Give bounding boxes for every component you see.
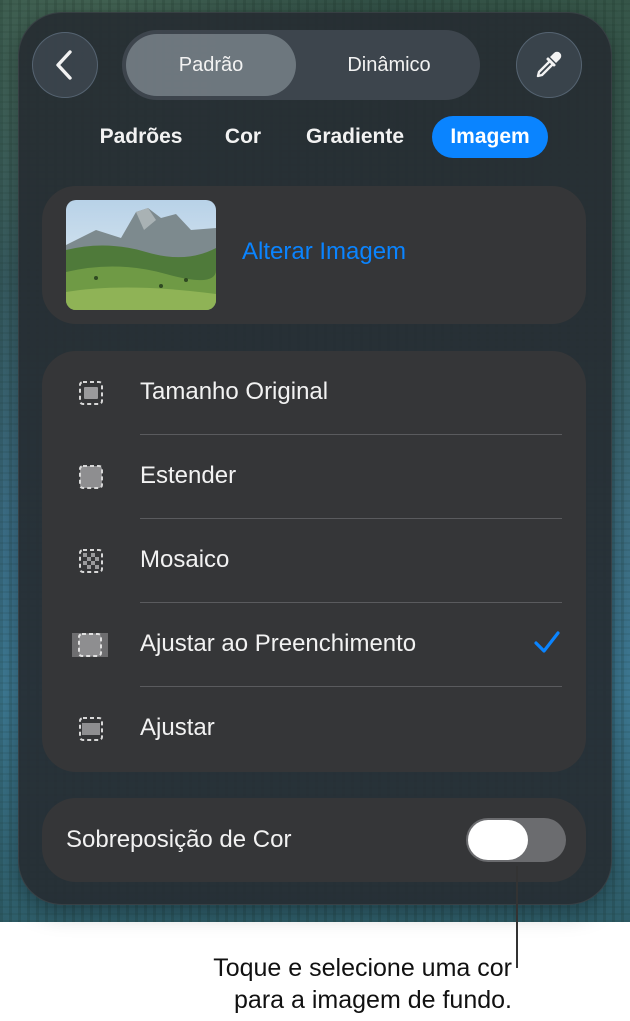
option-original-size[interactable]: Tamanho Original bbox=[42, 351, 586, 435]
tab-label: Imagem bbox=[450, 125, 530, 148]
callout-line-2: para a imagem de fundo. bbox=[234, 986, 512, 1014]
segment-dinamico[interactable]: Dinâmico bbox=[304, 34, 474, 96]
checkmark-icon bbox=[534, 631, 560, 653]
color-overlay-toggle[interactable] bbox=[466, 818, 566, 862]
option-label: Tamanho Original bbox=[140, 378, 329, 405]
option-tile[interactable]: Mosaico bbox=[42, 519, 586, 603]
callout-line bbox=[516, 866, 518, 968]
tab-padroes[interactable]: Padrões bbox=[84, 116, 198, 158]
chevron-left-icon bbox=[56, 50, 72, 80]
option-label: Mosaico bbox=[140, 546, 230, 573]
tab-cor[interactable]: Cor bbox=[214, 116, 272, 158]
color-overlay-row: Sobreposição de Cor bbox=[42, 798, 586, 882]
tab-gradiente[interactable]: Gradiente bbox=[292, 116, 418, 158]
option-stretch[interactable]: Estender bbox=[42, 435, 586, 519]
original-size-icon bbox=[79, 381, 103, 405]
fill-type-tabs: Padrões Cor Gradiente Imagem bbox=[0, 116, 630, 158]
image-thumbnail[interactable] bbox=[66, 200, 216, 310]
style-segmented-control: Padrão Dinâmico bbox=[122, 30, 480, 100]
tab-label: Padrões bbox=[99, 125, 183, 148]
option-label: Ajustar bbox=[140, 714, 215, 741]
option-scale-to-fit[interactable]: Ajustar bbox=[42, 687, 586, 771]
segment-padrao[interactable]: Padrão bbox=[126, 34, 296, 96]
change-image-button[interactable]: Alterar Imagem bbox=[242, 238, 406, 266]
image-card: Alterar Imagem bbox=[42, 186, 586, 324]
option-label: Estender bbox=[140, 462, 237, 489]
color-overlay-label: Sobreposição de Cor bbox=[66, 826, 292, 853]
segment-label: Dinâmico bbox=[347, 53, 431, 76]
callout-text: Toque e selecione uma cor para a imagem … bbox=[120, 952, 512, 1016]
scale-to-fill-icon bbox=[72, 633, 108, 657]
segment-label: Padrão bbox=[178, 53, 244, 76]
tab-label: Cor bbox=[224, 125, 262, 148]
option-scale-to-fill[interactable]: Ajustar ao Preenchimento bbox=[42, 603, 586, 687]
eyedropper-icon bbox=[536, 51, 562, 78]
mountain-landscape-image bbox=[66, 200, 216, 310]
scale-to-fit-icon bbox=[79, 717, 103, 741]
stretch-icon bbox=[79, 465, 103, 489]
callout-line-1: Toque e selecione uma cor bbox=[213, 954, 512, 982]
toggle-knob bbox=[468, 820, 528, 860]
tab-label: Gradiente bbox=[305, 125, 405, 148]
eyedropper-button[interactable] bbox=[516, 32, 582, 98]
back-button[interactable] bbox=[32, 32, 98, 98]
tab-imagem[interactable]: Imagem bbox=[432, 116, 548, 158]
fill-options-list: Tamanho Original Estender Mosaico Ajusta… bbox=[42, 351, 586, 772]
tile-icon bbox=[79, 549, 103, 573]
option-label: Ajustar ao Preenchimento bbox=[140, 630, 417, 657]
